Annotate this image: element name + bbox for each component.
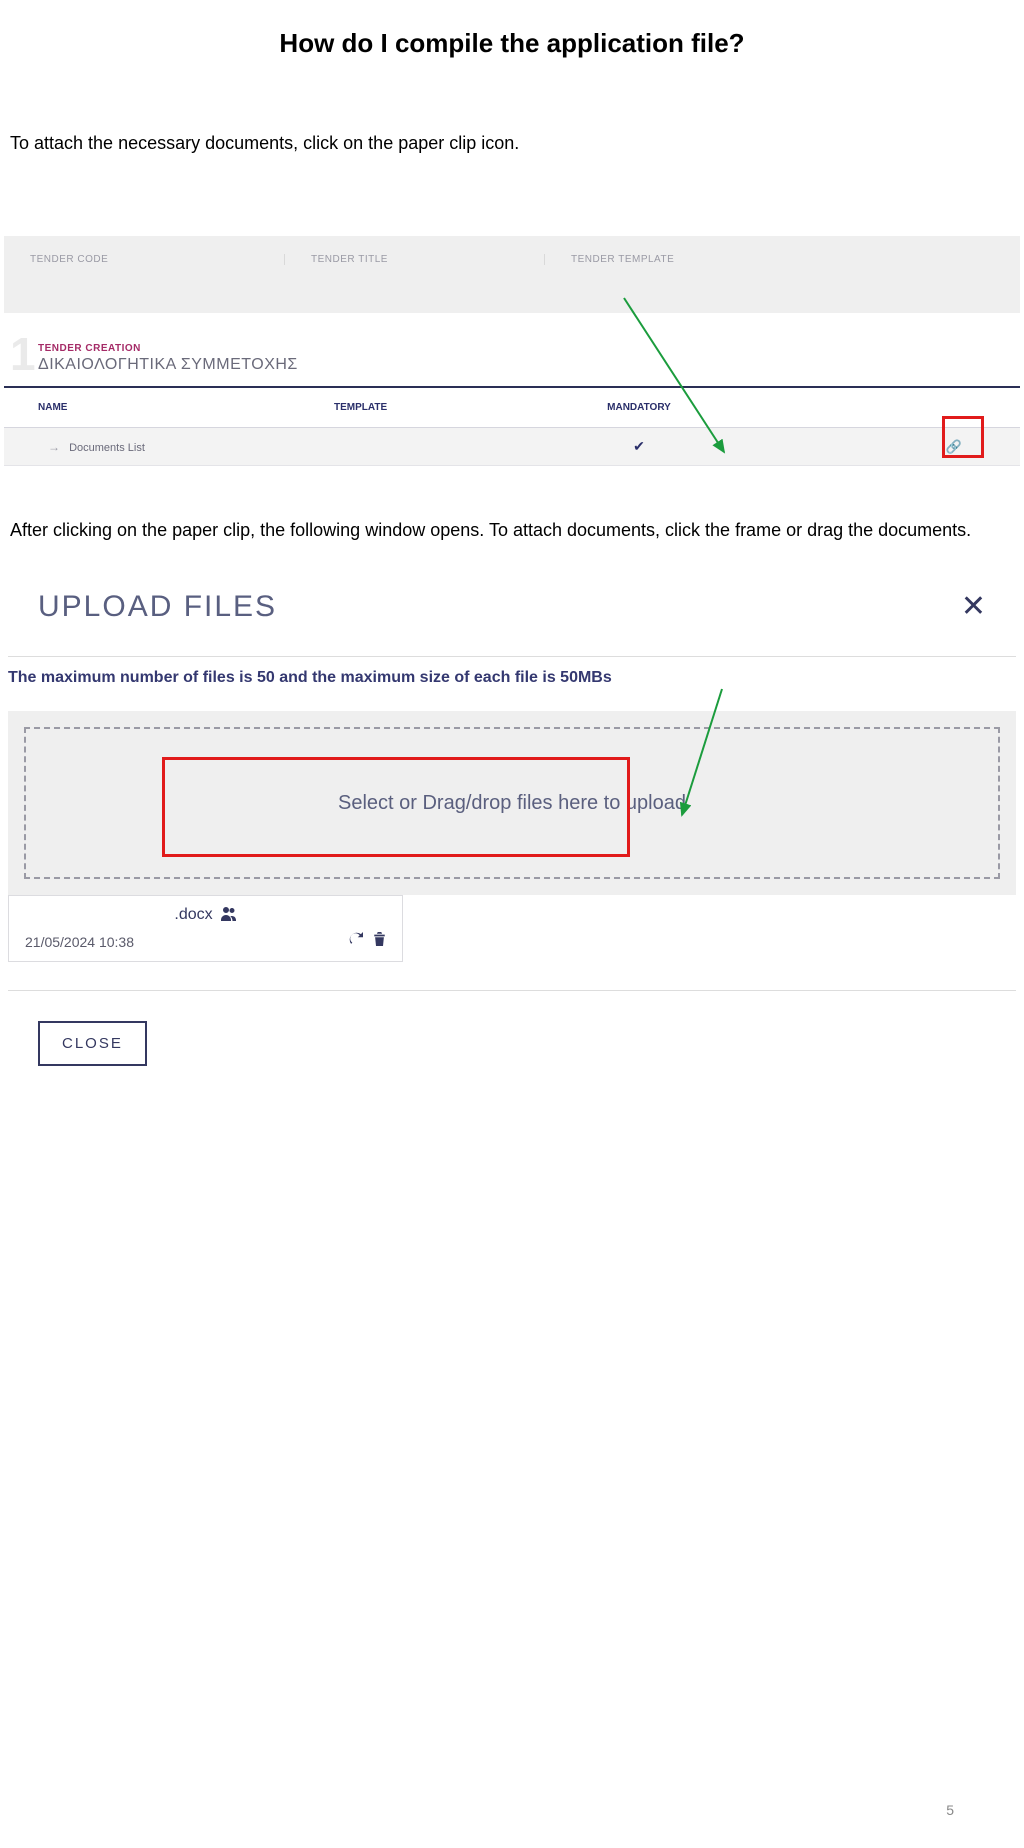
tender-title-label: TENDER TITLE	[284, 254, 544, 265]
file-timestamp: 21/05/2024 10:38	[25, 934, 134, 950]
step-subtitle: ΔΙΚΑΙΟΛΟΓΗΤΙΚΑ ΣΥΜΜΕΤΟΧΗΣ	[38, 356, 1020, 374]
page-title: How do I compile the application file?	[0, 28, 1024, 59]
file-dropzone[interactable]: Select or Drag/drop files here to upload	[24, 727, 1000, 879]
document-name: Documents List	[69, 442, 145, 454]
step-number: 1	[10, 331, 36, 377]
file-name: .docx	[174, 906, 212, 924]
paperclip-icon[interactable]: 🔗	[946, 439, 962, 454]
delete-icon[interactable]	[373, 933, 386, 949]
col-name-header: NAME	[4, 388, 324, 427]
tender-code-label: TENDER CODE	[4, 254, 284, 265]
arrow-icon: →	[48, 440, 60, 454]
document-name-cell: → Documents List	[4, 430, 324, 464]
close-button[interactable]: CLOSE	[38, 1021, 147, 1066]
instruction-text-1: To attach the necessary documents, click…	[10, 131, 1014, 156]
page-number: 5	[946, 1802, 954, 1818]
mandatory-cell: ✔	[564, 428, 714, 465]
table-header-row: NAME TEMPLATE MANDATORY	[4, 388, 1020, 428]
instruction-text-2: After clicking on the paper clip, the fo…	[10, 518, 1014, 543]
tender-screenshot: TENDER CODE TENDER TITLE TENDER TEMPLATE…	[0, 236, 1024, 466]
attach-cell: 🔗	[714, 429, 1020, 465]
col-template-header: TEMPLATE	[324, 388, 564, 427]
refresh-icon[interactable]	[349, 933, 367, 949]
uploaded-file-card: .docx 21/05/2024 10:38	[8, 895, 403, 962]
dropzone-text: Select or Drag/drop files here to upload	[338, 792, 686, 815]
tender-info-header: TENDER CODE TENDER TITLE TENDER TEMPLATE	[4, 236, 1020, 313]
upload-modal: UPLOAD FILES ✕ The maximum number of fil…	[8, 589, 1016, 1066]
close-icon[interactable]: ✕	[961, 589, 986, 624]
dropzone-container: Select or Drag/drop files here to upload	[8, 711, 1016, 895]
check-icon: ✔	[633, 438, 645, 454]
tender-template-label: TENDER TEMPLATE	[544, 254, 1020, 265]
step-section: 1 TENDER CREATION ΔΙΚΑΙΟΛΟΓΗΤΙΚΑ ΣΥΜΜΕΤΟ…	[4, 313, 1020, 388]
people-icon	[221, 907, 237, 924]
template-cell	[324, 437, 564, 457]
tender-creation-label: TENDER CREATION	[38, 343, 1020, 354]
upload-limit-note: The maximum number of files is 50 and th…	[8, 657, 1016, 687]
upload-modal-title: UPLOAD FILES	[38, 590, 277, 624]
col-mandatory-header: MANDATORY	[564, 388, 714, 427]
divider	[8, 990, 1016, 991]
col-action-header	[714, 388, 1020, 427]
table-row: → Documents List ✔ 🔗	[4, 428, 1020, 466]
documents-table: NAME TEMPLATE MANDATORY → Documents List…	[4, 388, 1020, 466]
